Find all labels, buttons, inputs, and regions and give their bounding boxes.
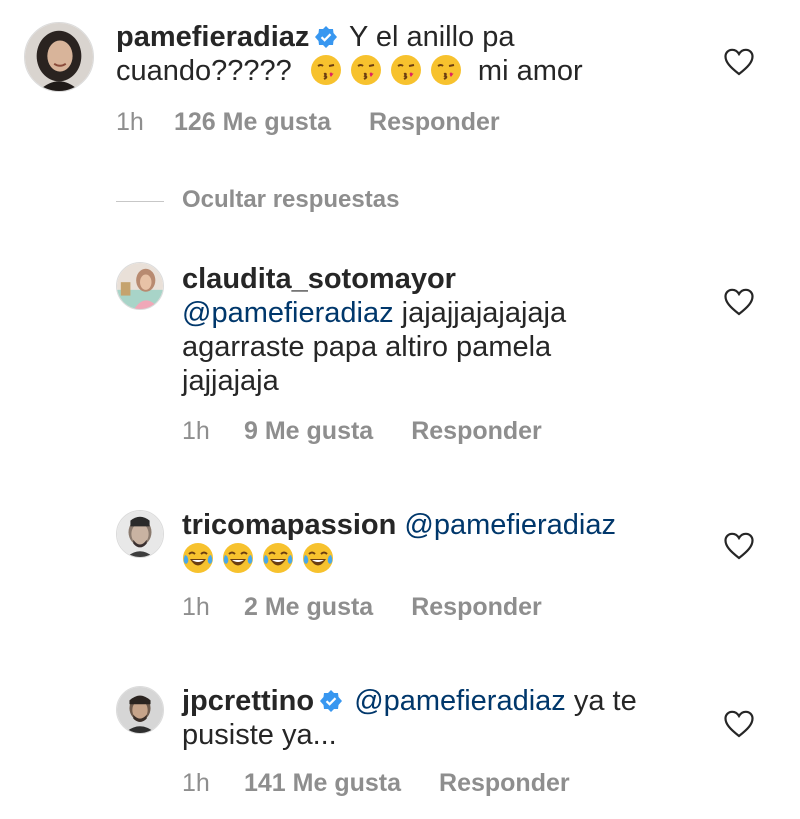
comment-text: pamefieradiaz Y el anillo pa cuando?????… [116,20,706,88]
mention-link[interactable]: @pamefieradiaz [182,297,394,329]
comment-body-line3: mi amor [477,55,583,87]
comment-meta: 1h 9 Me gusta Responder [182,417,542,446]
comment-body-line1: ya te [573,685,637,717]
tears-of-joy-emoji-icon [262,542,294,574]
tears-of-joy-emoji-icon [222,542,254,574]
like-count[interactable]: 2 Me gusta [244,593,373,622]
avatar[interactable] [116,510,164,558]
comment-username[interactable]: pamefieradiaz [116,21,309,53]
emoji-group [310,55,478,87]
comment-time: 1h [182,417,210,445]
kiss-emoji-icon [430,54,462,86]
comment-time: 1h [116,108,144,136]
comment-body-line3: jajjajaja [182,365,279,397]
kiss-emoji-icon [350,54,382,86]
hide-replies-toggle[interactable]: Ocultar respuestas [0,184,800,216]
tears-of-joy-emoji-icon [182,542,214,574]
like-heart-icon[interactable] [724,288,754,316]
like-heart-icon[interactable] [724,48,754,76]
avatar[interactable] [116,686,164,734]
comment-text: tricomapassion @pamefieradiaz [182,508,712,576]
comment-body-line2: cuando????? [116,55,292,87]
like-count[interactable]: 9 Me gusta [244,417,373,446]
reply-button[interactable]: Responder [411,417,542,446]
tears-of-joy-emoji-icon [302,542,334,574]
comment-body-line1: jajajjajajajaja [401,297,567,329]
emoji-group [182,543,342,575]
avatar[interactable] [24,22,94,92]
reply-button[interactable]: Responder [411,593,542,622]
hide-replies-label[interactable]: Ocultar respuestas [182,186,399,214]
reply-button[interactable]: Responder [369,108,500,137]
like-heart-icon[interactable] [724,710,754,738]
comment-time: 1h [182,593,210,621]
avatar[interactable] [116,262,164,310]
comment-body-line1: Y el anillo pa [348,21,515,53]
kiss-emoji-icon [310,54,342,86]
comment-text: jpcrettino @pamefieradiaz ya te pusiste … [182,684,712,752]
comment-text: claudita_sotomayor @pamefieradiaz jajajj… [182,262,702,398]
like-count[interactable]: 126 Me gusta [174,108,331,137]
comment-meta: 1h 2 Me gusta Responder [182,593,542,622]
comment-username[interactable]: tricomapassion [182,509,396,541]
comment-body-line2: agarraste papa altiro pamela [182,331,552,363]
mention-link[interactable]: @pamefieradiaz [354,685,566,717]
comment-meta: 1h 141 Me gusta Responder [182,769,570,798]
comment-meta: 1h 126 Me gusta Responder [116,108,500,137]
kiss-emoji-icon [390,54,422,86]
comment-username[interactable]: claudita_sotomayor [182,263,456,295]
verified-badge-icon [320,686,343,712]
hide-replies-divider [116,201,164,202]
comment-username[interactable]: jpcrettino [182,685,314,717]
mention-link[interactable]: @pamefieradiaz [404,509,616,541]
verified-badge-icon [315,22,338,48]
like-count[interactable]: 141 Me gusta [244,769,401,798]
comment-body-line2: pusiste ya... [182,719,337,751]
reply-button[interactable]: Responder [439,769,570,798]
like-heart-icon[interactable] [724,532,754,560]
comment-time: 1h [182,769,210,797]
